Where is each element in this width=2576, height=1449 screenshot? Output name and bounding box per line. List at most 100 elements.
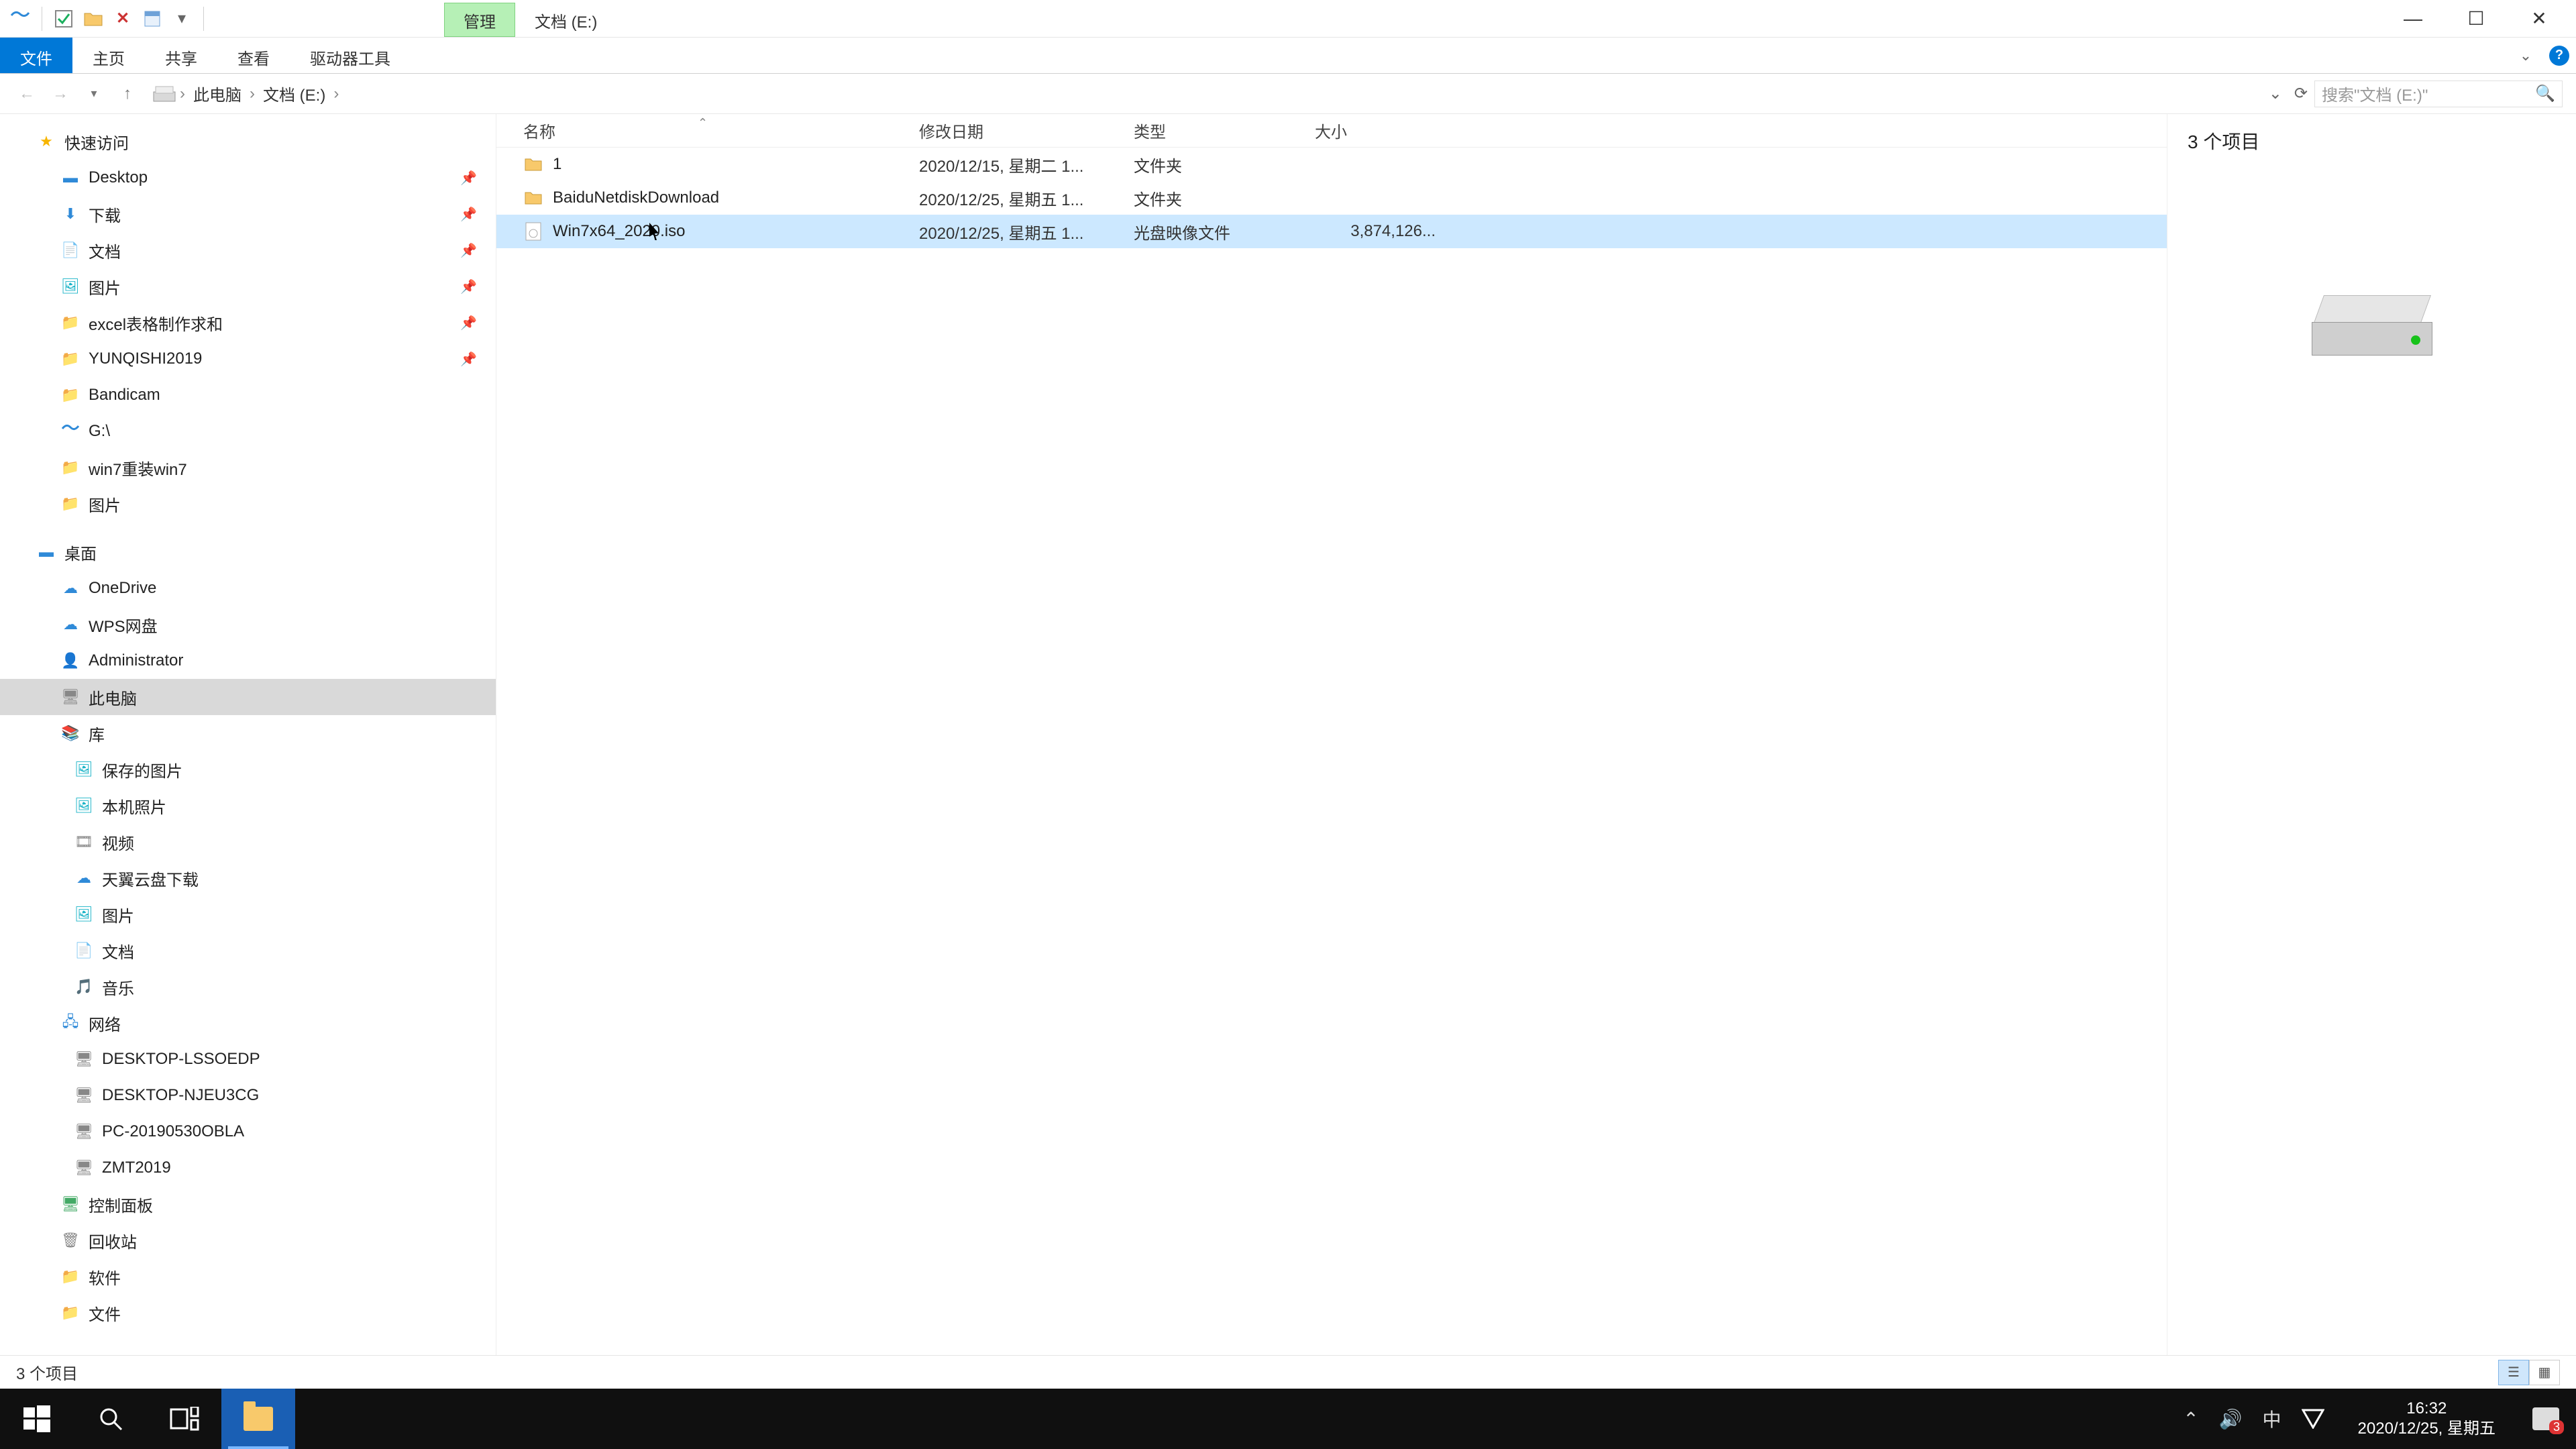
qa-folder-icon[interactable] <box>83 8 104 30</box>
col-type[interactable]: 类型 <box>1134 119 1315 142</box>
ime-indicator[interactable]: 中 <box>2263 1405 2282 1432</box>
nav-drive-g[interactable]: G:\ <box>0 413 496 449</box>
nav-lib-item[interactable]: 🖼本机照片 <box>0 788 496 824</box>
nav-wps[interactable]: ☁WPS网盘 <box>0 606 496 643</box>
ribbon-expand-icon[interactable]: ⌄ <box>2509 38 2542 73</box>
nav-network-pc[interactable]: 🖥ZMT2019 <box>0 1150 496 1186</box>
nav-lib-item[interactable]: 🖼图片 <box>0 896 496 932</box>
file-row[interactable]: Win7x64_2020.iso2020/12/25, 星期五 1...光盘映像… <box>496 215 2167 248</box>
nav-lib-item[interactable]: ☁天翼云盘下载 <box>0 860 496 896</box>
view-details-button[interactable]: ☰ <box>2498 1360 2529 1385</box>
search-button[interactable] <box>74 1389 148 1449</box>
nav-quick-access[interactable]: ★快速访问 <box>0 123 496 160</box>
nav-desktop-root[interactable]: ▬桌面 <box>0 534 496 570</box>
recent-dropdown-icon[interactable]: ▾ <box>80 80 107 107</box>
drive-crumb-icon <box>153 85 176 103</box>
tab-manage[interactable]: 管理 <box>444 3 515 37</box>
action-center-button[interactable]: 3 <box>2529 1402 2563 1436</box>
title-location: 文档 (E:) <box>515 3 616 37</box>
file-name: BaiduNetdiskDownload <box>553 189 919 207</box>
view-icons-button[interactable]: ▦ <box>2529 1360 2560 1385</box>
nav-network-pc[interactable]: 🖥PC-20190530OBLA <box>0 1114 496 1150</box>
nav-folder[interactable]: 📁Bandicam <box>0 377 496 413</box>
nav-folder[interactable]: 📁excel表格制作求和📌 <box>0 305 496 341</box>
forward-button[interactable]: → <box>47 80 74 107</box>
nav-lib-item[interactable]: 🎞视频 <box>0 824 496 860</box>
col-size[interactable]: 大小 <box>1315 119 1449 142</box>
col-date[interactable]: 修改日期 <box>919 119 1134 142</box>
search-input[interactable]: 搜索"文档 (E:)" 🔍 <box>2314 80 2563 107</box>
nav-libraries[interactable]: 📚库 <box>0 715 496 751</box>
minimize-button[interactable]: — <box>2383 3 2443 35</box>
nav-folder[interactable]: 📁文件 <box>0 1295 496 1331</box>
qa-delete-icon[interactable]: ✕ <box>112 8 133 30</box>
ribbon-tab-share[interactable]: 共享 <box>145 38 217 73</box>
nav-lib-item[interactable]: 🎵音乐 <box>0 969 496 1005</box>
col-name[interactable]: 名称⌃ <box>523 119 919 142</box>
start-button[interactable] <box>0 1389 74 1449</box>
crumb-drive[interactable]: 文档 (E:) <box>259 79 329 108</box>
back-button[interactable]: ← <box>13 80 40 107</box>
ribbon-tab-view[interactable]: 查看 <box>217 38 290 73</box>
drive-icon <box>2312 295 2432 356</box>
maximize-button[interactable]: ☐ <box>2446 3 2506 35</box>
nav-control-panel[interactable]: 🖥控制面板 <box>0 1186 496 1222</box>
qa-dropdown-icon[interactable]: ▾ <box>171 8 193 30</box>
nav-network[interactable]: 🖧网络 <box>0 1005 496 1041</box>
nav-recycle[interactable]: 🗑回收站 <box>0 1222 496 1258</box>
app-icon <box>9 8 31 30</box>
nav-label: 软件 <box>89 1265 121 1289</box>
nav-lib-item[interactable]: 📄文档 <box>0 932 496 969</box>
pin-icon: 📌 <box>460 278 477 295</box>
nav-onedrive[interactable]: ☁OneDrive <box>0 570 496 606</box>
file-row[interactable]: 12020/12/15, 星期二 1...文件夹 <box>496 148 2167 181</box>
chevron-right-icon[interactable]: › <box>250 85 255 103</box>
volume-icon[interactable]: 🔊 <box>2219 1408 2243 1430</box>
download-icon: ⬇ <box>60 204 80 224</box>
nav-desktop[interactable]: ▬Desktop📌 <box>0 160 496 196</box>
taskbar-clock[interactable]: 16:32 2020/12/25, 星期五 <box>2345 1399 2509 1439</box>
nav-label: Administrator <box>89 651 183 670</box>
ribbon-tab-drive-tools[interactable]: 驱动器工具 <box>290 38 411 73</box>
nav-label: 下载 <box>89 203 121 226</box>
qa-properties-icon[interactable] <box>142 8 163 30</box>
qa-checkbox-icon[interactable] <box>53 8 74 30</box>
chevron-right-icon[interactable]: › <box>180 85 185 103</box>
taskbar-explorer[interactable] <box>221 1389 295 1449</box>
nav-this-pc[interactable]: 🖥此电脑 <box>0 679 496 715</box>
picture-icon: 🖼 <box>60 276 80 297</box>
tray-chevron-up-icon[interactable]: ⌃ <box>2183 1408 2198 1430</box>
nav-network-pc[interactable]: 🖥DESKTOP-LSSOEDP <box>0 1041 496 1077</box>
nav-folder[interactable]: 📁win7重装win7 <box>0 449 496 486</box>
file-size: 3,874,126... <box>1315 222 1449 241</box>
nav-label: 图片 <box>89 275 121 299</box>
nav-documents[interactable]: 📄文档📌 <box>0 232 496 268</box>
ribbon-tab-file[interactable]: 文件 <box>0 38 72 73</box>
nav-pictures[interactable]: 🖼 图片 📌 <box>0 268 496 305</box>
task-view-button[interactable] <box>148 1389 221 1449</box>
refresh-icon[interactable]: ⟳ <box>2294 84 2308 103</box>
nav-user[interactable]: 👤Administrator <box>0 643 496 679</box>
help-button[interactable]: ? <box>2542 38 2576 73</box>
tray-app-icon[interactable] <box>2302 1409 2324 1429</box>
breadcrumb[interactable]: › 此电脑 › 文档 (E:) › <box>148 79 2262 108</box>
file-row[interactable]: BaiduNetdiskDownload2020/12/25, 星期五 1...… <box>496 181 2167 215</box>
chevron-right-icon[interactable]: › <box>333 85 339 103</box>
address-dropdown-icon[interactable]: ⌄ <box>2269 84 2282 103</box>
crumb-this-pc[interactable]: 此电脑 <box>189 79 246 108</box>
folder-icon <box>523 154 543 174</box>
library-icon: 📚 <box>60 723 80 743</box>
nav-network-pc[interactable]: 🖥DESKTOP-NJEU3CG <box>0 1077 496 1114</box>
address-bar: ← → ▾ ↑ › 此电脑 › 文档 (E:) › ⌄ ⟳ 搜索"文档 (E:)… <box>0 74 2576 114</box>
nav-folder[interactable]: 📁图片 <box>0 486 496 522</box>
nav-lib-item[interactable]: 🖼保存的图片 <box>0 751 496 788</box>
pin-icon: 📌 <box>460 170 477 186</box>
nav-folder[interactable]: 📁软件 <box>0 1258 496 1295</box>
search-icon[interactable]: 🔍 <box>2535 84 2555 103</box>
nav-label: 库 <box>89 722 105 745</box>
nav-downloads[interactable]: ⬇下载📌 <box>0 196 496 232</box>
up-button[interactable]: ↑ <box>114 80 141 107</box>
close-button[interactable]: ✕ <box>2509 3 2569 35</box>
nav-folder[interactable]: 📁YUNQISHI2019📌 <box>0 341 496 377</box>
ribbon-tab-home[interactable]: 主页 <box>72 38 145 73</box>
